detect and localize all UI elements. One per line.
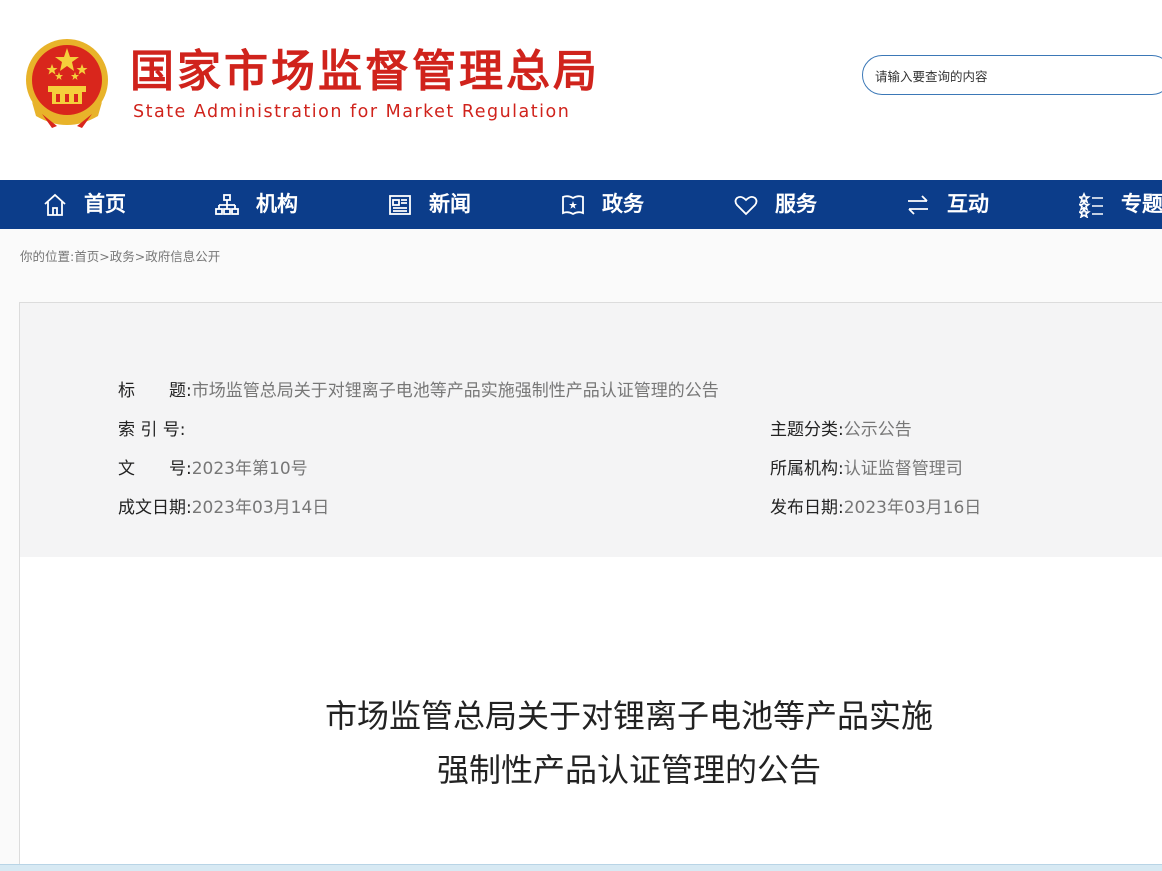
site-title-en: State Administration for Market Regulati… [133,102,571,122]
nav-item-interaction[interactable]: 互动 [905,180,989,229]
bottom-divider [0,864,1162,871]
meta-label: 索 引 号: [118,420,186,440]
breadcrumb-link-affairs[interactable]: 政务 [110,249,135,264]
meta-label: 标 题: [118,381,192,401]
meta-published-date-row: 发布日期:2023年03月16日 [770,495,981,521]
meta-label: 发布日期: [770,498,844,518]
meta-category-row: 主题分类:公示公告 [770,417,912,443]
nav-item-org[interactable]: 机构 [214,180,298,229]
national-emblem-icon [26,39,108,128]
breadcrumb-prefix: 你的位置: [20,249,75,264]
site-title-cn: 国家市场监督管理总局 [130,46,600,97]
meta-written-date-row: 成文日期:2023年03月14日 [118,495,329,521]
meta-label: 主题分类: [770,420,844,440]
nav-item-affairs[interactable]: 政务 [560,180,644,229]
nav-item-services[interactable]: 服务 [733,180,817,229]
site-header: 国家市场监督管理总局 State Administration for Mark… [0,0,1162,180]
breadcrumb-separator: > [134,249,146,264]
org-chart-icon [215,193,239,215]
nav-label: 服务 [775,192,817,216]
meta-title-row: 标 题:市场监管总局关于对锂离子电池等产品实施强制性产品认证管理的公告 [118,378,719,404]
meta-index-row: 索 引 号: [118,417,186,443]
meta-label: 所属机构: [770,459,844,479]
meta-value: 认证监督管理司 [843,459,963,479]
breadcrumb-link-disclosure[interactable]: 政府信息公开 [145,249,220,264]
nav-item-news[interactable]: 新闻 [387,180,471,229]
meta-label: 成文日期: [118,498,192,518]
nav-label: 专题 [1121,192,1162,216]
nav-label: 政务 [602,192,644,216]
meta-value: 公示公告 [843,420,912,440]
nav-label: 互动 [947,192,989,216]
newspaper-icon [389,194,411,215]
document-title-line-1: 市场监管总局关于对锂离子电池等产品实施 [324,697,933,735]
home-icon [44,193,66,216]
book-icon [562,194,584,215]
nav-label: 机构 [256,192,298,216]
meta-label: 文 号: [118,459,192,479]
nav-label: 新闻 [429,192,471,216]
breadcrumb-link-home[interactable]: 首页 [74,249,99,264]
meta-docno-row: 文 号:2023年第10号 [118,456,308,482]
meta-value: 市场监管总局关于对锂离子电池等产品实施强制性产品认证管理的公告 [191,381,719,401]
meta-value: 2023年03月16日 [843,498,982,518]
search-box[interactable] [862,55,1162,95]
main-nav: 首页 机构 新闻 政务 服务 互动 专题 [0,180,1162,229]
meta-value: 2023年03月14日 [191,498,330,518]
nav-label: 首页 [84,192,126,216]
breadcrumb-separator: > [99,249,110,264]
breadcrumb: 你的位置:首页>政务>政府信息公开 [20,246,220,265]
document-title-line-2: 强制性产品认证管理的公告 [436,751,821,789]
nav-item-topics[interactable]: 专题 [1079,180,1162,229]
topic-list-icon [1079,191,1103,218]
nav-item-home[interactable]: 首页 [42,180,126,229]
heart-icon [734,195,758,215]
meta-value: 2023年第10号 [191,459,308,479]
document-content: 市场监管总局关于对锂离子电池等产品实施 强制性产品认证管理的公告 [19,557,1162,864]
exchange-icon [908,194,928,215]
meta-agency-row: 所属机构:认证监督管理司 [770,456,963,482]
search-input[interactable] [875,65,1155,87]
